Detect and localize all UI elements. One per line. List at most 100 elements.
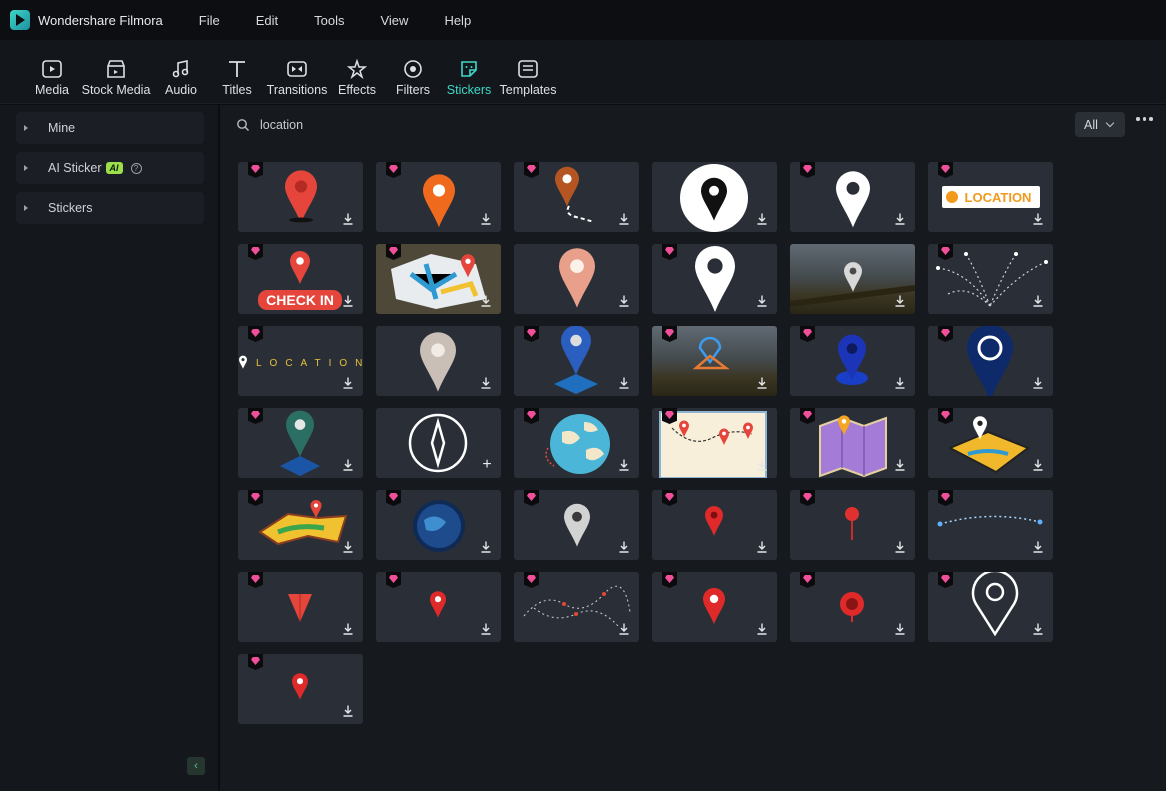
sticker-black-pin-white-circle[interactable]	[652, 162, 777, 232]
download-icon[interactable]	[341, 212, 355, 226]
sticker-red-pin[interactable]	[238, 162, 363, 232]
sticker-tiny-red-pin[interactable]	[376, 572, 501, 642]
sticker-small-red-pin[interactable]	[652, 490, 777, 560]
sticker-earth-glow[interactable]	[376, 490, 501, 560]
sticker-dotted-routes[interactable]	[928, 244, 1053, 314]
download-icon[interactable]	[893, 458, 907, 472]
sticker-white-pin[interactable]	[790, 162, 915, 232]
menu-file[interactable]: File	[199, 13, 220, 28]
sticker-navy-ring-pin[interactable]	[928, 326, 1053, 396]
add-icon[interactable]: +	[480, 457, 494, 473]
tab-media[interactable]: Media	[34, 40, 70, 104]
sticker-red-pin-small[interactable]	[238, 654, 363, 724]
search-input[interactable]: location	[260, 118, 303, 132]
collapse-sidebar-button[interactable]: ‹	[187, 757, 205, 775]
sticker-push-pin[interactable]	[790, 490, 915, 560]
sticker-colorful-map[interactable]	[238, 490, 363, 560]
sticker-white-pin-large[interactable]	[652, 244, 777, 314]
tab-transitions[interactable]: Transitions	[267, 40, 327, 104]
download-icon[interactable]	[479, 294, 493, 308]
sticker-purple-folded-map[interactable]	[790, 408, 915, 478]
download-icon[interactable]	[1031, 294, 1045, 308]
download-icon[interactable]	[755, 458, 769, 472]
sticker-red-arrow-cursor[interactable]	[238, 572, 363, 642]
download-icon[interactable]	[341, 622, 355, 636]
sticker-dotted-arc[interactable]	[928, 490, 1053, 560]
tab-audio[interactable]: Audio	[163, 40, 199, 104]
download-icon[interactable]	[341, 294, 355, 308]
sidebar-item-ai-sticker[interactable]: AI Sticker AI ?	[16, 152, 204, 184]
download-icon[interactable]	[755, 540, 769, 554]
download-icon[interactable]	[755, 294, 769, 308]
download-icon[interactable]	[1031, 458, 1045, 472]
tab-templates[interactable]: Templates	[500, 40, 557, 104]
more-options-icon[interactable]	[1136, 117, 1153, 121]
sticker-teal-3d-pin[interactable]	[238, 408, 363, 478]
download-icon[interactable]	[893, 376, 907, 390]
download-icon[interactable]	[479, 212, 493, 226]
download-icon[interactable]	[617, 540, 631, 554]
sticker-grey-pin[interactable]	[514, 490, 639, 560]
download-icon[interactable]	[1031, 212, 1045, 226]
download-icon[interactable]	[755, 376, 769, 390]
ai-badge: AI	[105, 162, 123, 174]
search-bar[interactable]: location	[236, 113, 303, 137]
sticker-blue-3d-pin[interactable]	[514, 326, 639, 396]
sidebar-item-stickers[interactable]: Stickers	[16, 192, 204, 224]
download-icon[interactable]	[893, 294, 907, 308]
sticker-grey-fuzzy-pin[interactable]	[376, 326, 501, 396]
download-icon[interactable]	[755, 212, 769, 226]
download-icon[interactable]	[617, 376, 631, 390]
help-icon[interactable]: ?	[130, 162, 142, 174]
download-icon[interactable]	[1031, 376, 1045, 390]
download-icon[interactable]	[755, 622, 769, 636]
download-icon[interactable]	[893, 622, 907, 636]
download-icon[interactable]	[479, 540, 493, 554]
tab-filters[interactable]: Filters	[395, 40, 431, 104]
premium-gem-icon	[662, 490, 677, 506]
sticker-pin-dotted-trail[interactable]	[514, 162, 639, 232]
sticker-orange-pin[interactable]	[376, 162, 501, 232]
sticker-globe-pins[interactable]	[514, 408, 639, 478]
download-icon[interactable]	[617, 458, 631, 472]
sticker-treasure-map-pin[interactable]	[928, 408, 1053, 478]
download-icon[interactable]	[341, 540, 355, 554]
sidebar-item-mine[interactable]: Mine	[16, 112, 204, 144]
download-icon[interactable]	[617, 622, 631, 636]
sticker-pin-vineyard-outline[interactable]	[652, 326, 777, 396]
tab-stickers[interactable]: Stickers	[447, 40, 491, 104]
sticker-location-text-line[interactable]: LOCATION	[238, 326, 363, 396]
download-icon[interactable]	[341, 704, 355, 718]
menu-edit[interactable]: Edit	[256, 13, 278, 28]
tab-effects[interactable]: Effects	[337, 40, 377, 104]
download-icon[interactable]	[893, 540, 907, 554]
sticker-round-red-pin[interactable]	[790, 572, 915, 642]
download-icon[interactable]	[341, 376, 355, 390]
download-icon[interactable]	[1031, 622, 1045, 636]
sticker-red-pin-white-center[interactable]	[652, 572, 777, 642]
menu-help[interactable]: Help	[444, 13, 471, 28]
download-icon[interactable]	[893, 212, 907, 226]
sticker-sketch-pin[interactable]	[928, 572, 1053, 642]
menu-tools[interactable]: Tools	[314, 13, 344, 28]
sticker-3d-map[interactable]	[376, 244, 501, 314]
filter-dropdown[interactable]: All	[1075, 112, 1125, 137]
sticker-compass-arrow[interactable]: +	[376, 408, 501, 478]
download-icon[interactable]	[479, 622, 493, 636]
tab-stock-media[interactable]: Stock Media	[82, 40, 150, 104]
download-icon[interactable]	[341, 458, 355, 472]
sticker-dotted-network[interactable]	[514, 572, 639, 642]
tab-titles[interactable]: Titles	[220, 40, 254, 104]
sticker-check-in[interactable]: CHECK IN	[238, 244, 363, 314]
sticker-location-banner[interactable]: LOCATION	[928, 162, 1053, 232]
sticker-blue-pin-ripple[interactable]	[790, 326, 915, 396]
search-icon	[237, 119, 249, 131]
sticker-fuzzy-pin[interactable]	[514, 244, 639, 314]
menu-view[interactable]: View	[380, 13, 408, 28]
download-icon[interactable]	[617, 294, 631, 308]
sticker-pin-over-vineyard[interactable]	[790, 244, 915, 314]
download-icon[interactable]	[617, 212, 631, 226]
download-icon[interactable]	[479, 376, 493, 390]
sticker-paper-map-route[interactable]	[652, 408, 777, 478]
download-icon[interactable]	[1031, 540, 1045, 554]
